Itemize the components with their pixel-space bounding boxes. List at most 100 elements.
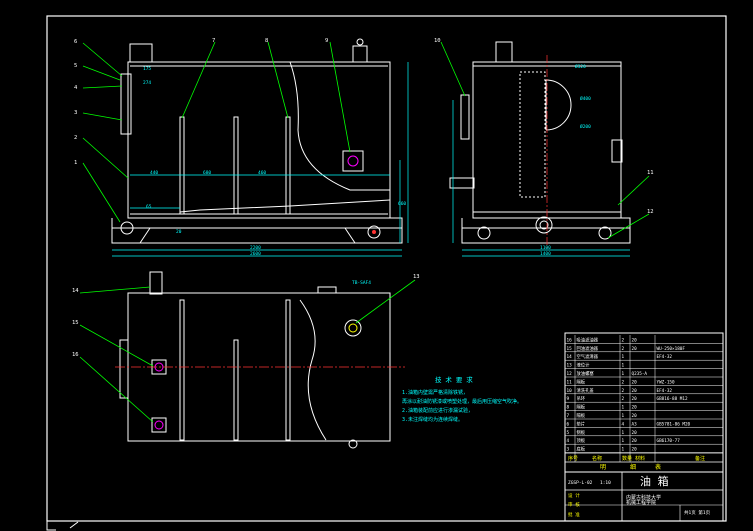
header-col-name: 名称 bbox=[592, 455, 602, 462]
parts-cell-no: 15 bbox=[567, 346, 573, 352]
front-small-dim-5: 660 bbox=[398, 201, 406, 207]
header-col-qty: 数量 bbox=[622, 455, 632, 462]
drawing-title: 油 箱 bbox=[640, 474, 669, 488]
parts-cell-note: GB6170-77 bbox=[657, 438, 681, 444]
parts-cell-mat: 20 bbox=[632, 438, 638, 444]
parts-cell-mat: 20 bbox=[632, 430, 638, 436]
parts-cell-qty: 2 bbox=[622, 379, 625, 385]
parts-cell-qty: 2 bbox=[622, 337, 625, 343]
cad-drawing-canvas: 440 680 460 2200 2600 175 274 65 20 660 bbox=[46, 15, 727, 531]
parts-cell-note: EF4-32 bbox=[657, 388, 673, 394]
callout-10: 10 bbox=[434, 38, 441, 44]
callout-8: 8 bbox=[265, 38, 268, 44]
school-line-2: 机械工程学院 bbox=[626, 499, 656, 506]
parts-cell-note: EF4-32 bbox=[657, 354, 673, 360]
parts-cell-name: 侧板 bbox=[577, 429, 586, 436]
sheet-info: 共1页 第1页 bbox=[684, 509, 711, 516]
side-dim-2: 1400 bbox=[540, 251, 551, 257]
parts-cell-no: 14 bbox=[567, 354, 573, 360]
sign-label-2: 审 核 bbox=[568, 501, 580, 508]
parts-cell-mat: A3 bbox=[632, 421, 638, 427]
parts-cell-qty: 1 bbox=[622, 371, 625, 377]
top-view-texts: TB-SAF4 bbox=[352, 280, 371, 286]
parts-cell-mat: 20 bbox=[632, 447, 638, 453]
parts-cell-no: 10 bbox=[567, 388, 573, 394]
parts-cell-name: 底板 bbox=[577, 446, 586, 453]
parts-cell-name: 放油螺塞 bbox=[577, 370, 595, 377]
callout-5: 5 bbox=[74, 63, 77, 69]
note-line-4: 3.未注焊缝均为连续焊缝。 bbox=[402, 416, 463, 423]
parts-cell-qty: 1 bbox=[622, 430, 625, 436]
title-block: 16 吸油滤油器 2 2015 回油滤油器 2 20 WU-250×180F14 空气滤清器 1 E… bbox=[564, 332, 724, 522]
parts-cell-qty: 1 bbox=[622, 363, 625, 369]
parts-cell-no: 3 bbox=[567, 447, 570, 453]
parts-cell-qty: 2 bbox=[622, 396, 625, 402]
side-view bbox=[449, 41, 631, 244]
callout-15: 15 bbox=[72, 320, 79, 326]
front-dim-overall-1: 2200 bbox=[250, 245, 261, 251]
parts-cell-no: 16 bbox=[567, 337, 573, 343]
callout-11: 11 bbox=[647, 170, 654, 176]
side-dim-1: 1100 bbox=[540, 245, 551, 251]
side-circle-label-3: Ø320 bbox=[575, 63, 586, 70]
front-small-dim-2: 274 bbox=[143, 80, 151, 86]
subheader-2: 细 bbox=[630, 463, 636, 471]
front-small-dim-4: 20 bbox=[176, 229, 182, 235]
front-view-dimensions bbox=[112, 62, 409, 257]
parts-cell-mat: 20 bbox=[632, 388, 638, 394]
parts-cell-qty: 1 bbox=[622, 447, 625, 453]
front-dim-inner-3: 460 bbox=[258, 170, 266, 176]
ucs-axis-icon bbox=[46, 521, 79, 531]
parts-cell-qty: 1 bbox=[622, 438, 625, 444]
parts-cell-no: 13 bbox=[567, 363, 573, 369]
parts-cell-mat: 20 bbox=[632, 337, 638, 343]
parts-cell-mat: 20 bbox=[632, 405, 638, 411]
top-view bbox=[119, 271, 391, 449]
callout-16: 16 bbox=[72, 352, 79, 358]
front-dim-inner-2: 680 bbox=[203, 170, 211, 176]
parts-cell-name: 隔板 bbox=[577, 404, 586, 411]
callout-6: 6 bbox=[74, 39, 77, 45]
parts-cell-no: 6 bbox=[567, 421, 570, 427]
parts-cell-qty: 2 bbox=[622, 346, 625, 352]
parts-cell-name: 隔板 bbox=[577, 412, 586, 419]
sign-label-1: 设 计 bbox=[568, 492, 580, 499]
front-view bbox=[111, 38, 403, 244]
note-line-2: 再涂以耐油防锈漆或喷塑处理，最后用压缩空气吹净。 bbox=[402, 398, 522, 405]
parts-cell-note: YWZ-150 bbox=[657, 379, 676, 385]
callout-2: 2 bbox=[74, 135, 77, 141]
subheader-1: 明 bbox=[600, 464, 606, 471]
leader-lines bbox=[79, 41, 650, 423]
callout-9: 9 bbox=[325, 38, 328, 44]
parts-cell-no: 7 bbox=[567, 413, 570, 419]
parts-cell-name: 垫片 bbox=[577, 420, 586, 427]
technical-notes: 技 术 要 求 1.油箱内壁需严格清除铁锈， 再涂以耐油防锈漆或喷塑处理，最后用… bbox=[402, 375, 522, 423]
ref-code: ZGSP-L-02 bbox=[568, 480, 593, 486]
parts-cell-qty: 2 bbox=[622, 388, 625, 394]
parts-cell-note: GB816-88 M12 bbox=[657, 396, 688, 402]
front-small-dim-1: 175 bbox=[143, 66, 151, 72]
parts-cell-no: 9 bbox=[567, 396, 570, 402]
parts-cell-no: 8 bbox=[567, 405, 570, 411]
front-dim-inner-1: 440 bbox=[150, 170, 158, 176]
subheader-3: 表 bbox=[655, 463, 661, 471]
note-line-1: 1.油箱内壁需严格清除铁锈， bbox=[402, 389, 468, 396]
callout-4: 4 bbox=[74, 85, 78, 91]
front-small-dim-3: 65 bbox=[146, 204, 152, 210]
scale-value: 1:10 bbox=[600, 480, 611, 486]
header-col-no: 序号 bbox=[568, 455, 578, 462]
parts-cell-name: 清洗孔盖 bbox=[577, 387, 595, 394]
parts-cell-no: 4 bbox=[567, 438, 570, 444]
note-line-3: 2.油箱装配前应进行渗漏试验， bbox=[402, 407, 473, 414]
callout-1: 1 bbox=[74, 160, 77, 166]
parts-cell-mat: Q235-A bbox=[632, 371, 648, 377]
parts-cell-name: 顶板 bbox=[577, 437, 586, 444]
side-circle-label-1: Ø400 bbox=[580, 95, 591, 102]
parts-cell-note: GB5781-86 M20 bbox=[657, 421, 691, 427]
parts-cell-name: 吸油滤油器 bbox=[577, 336, 599, 343]
parts-cell-qty: 1 bbox=[622, 405, 625, 411]
top-dim-label: TB-SAF4 bbox=[352, 280, 371, 286]
parts-cell-name: 吊环 bbox=[577, 396, 586, 402]
parts-cell-mat: 20 bbox=[632, 396, 638, 402]
callout-3: 3 bbox=[74, 110, 77, 116]
